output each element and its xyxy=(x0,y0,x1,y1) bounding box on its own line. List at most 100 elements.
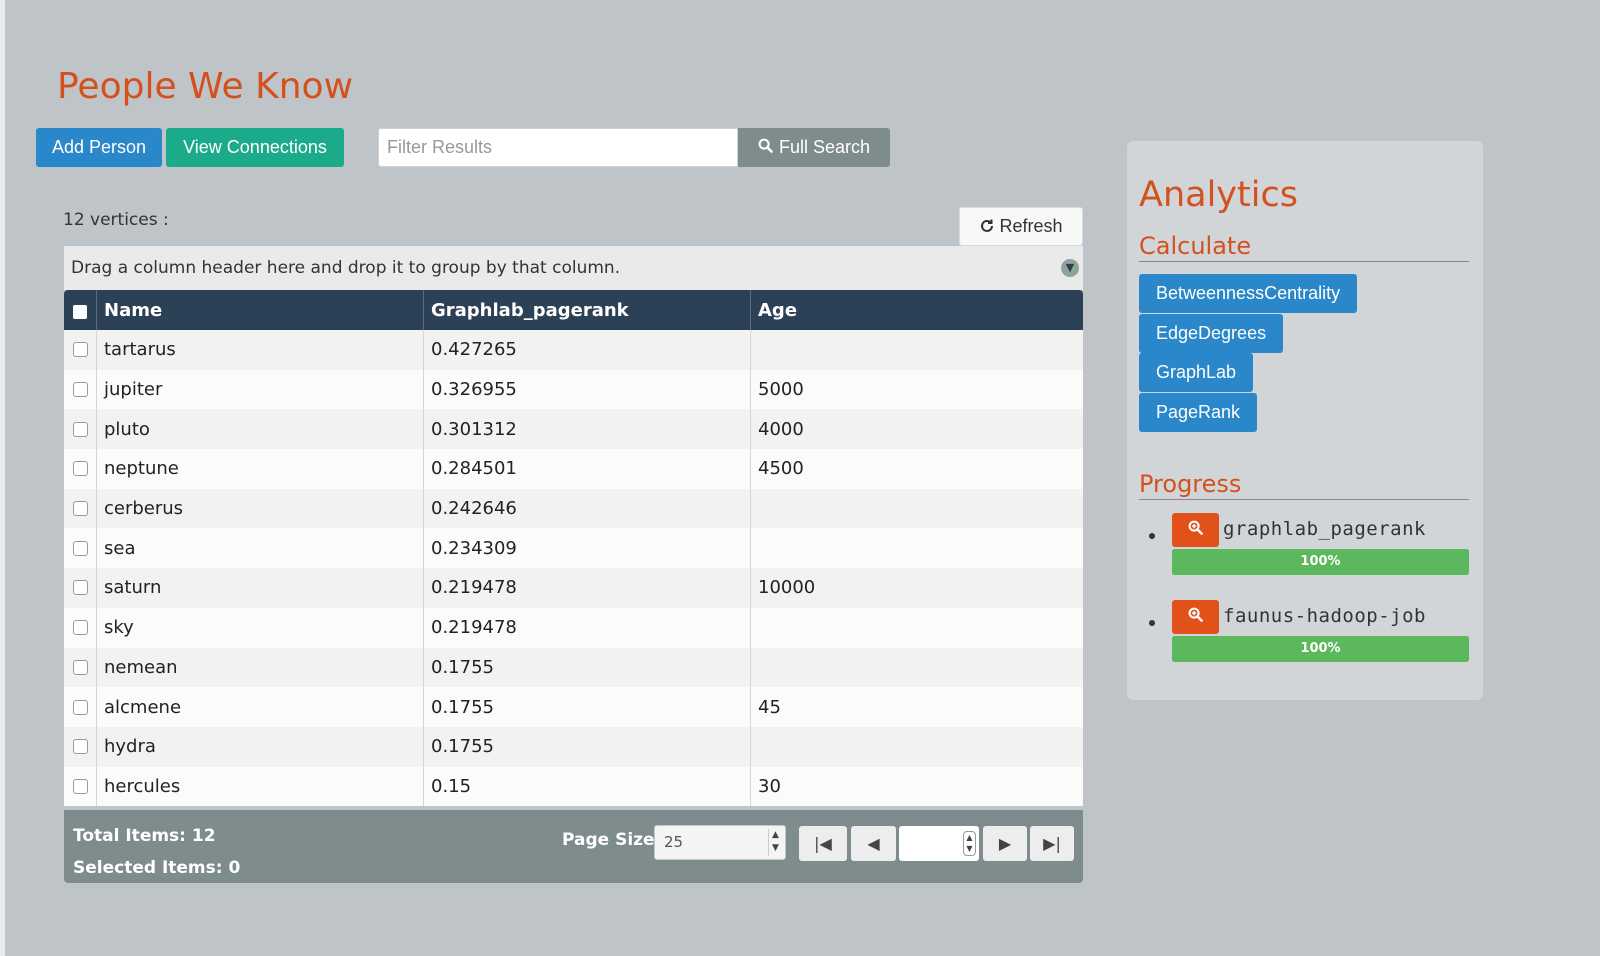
cell-age xyxy=(751,489,1083,529)
job-name: graphlab_pagerank xyxy=(1223,518,1426,540)
analytics-title: Analytics xyxy=(1139,175,1298,215)
row-checkbox-cell xyxy=(64,409,97,450)
group-hint: Drag a column header here and drop it to… xyxy=(71,258,621,278)
row-checkbox[interactable] xyxy=(72,580,88,596)
row-checkbox[interactable] xyxy=(72,739,88,755)
page-size-label: Page Size: xyxy=(562,830,662,851)
total-items: Total Items: 12 xyxy=(73,826,216,847)
row-checkbox[interactable] xyxy=(72,540,88,556)
cell-pagerank: 0.284501 xyxy=(424,449,751,489)
row-checkbox[interactable] xyxy=(72,342,88,358)
page-size-select[interactable]: 25 ▲ ▼ xyxy=(654,825,786,861)
table-row[interactable]: hydra 0.1755 xyxy=(64,726,1083,767)
cell-age: 5000 xyxy=(758,379,804,401)
chevron-down-icon[interactable]: ▼ xyxy=(1061,259,1079,277)
row-checkbox-cell xyxy=(64,726,97,767)
column-header-pagerank[interactable]: Graphlab_pagerank xyxy=(424,290,751,330)
row-checkbox[interactable] xyxy=(72,659,88,675)
page-number-input[interactable]: ▲ ▼ xyxy=(899,826,979,862)
row-checkbox[interactable] xyxy=(72,699,88,715)
bullet xyxy=(1149,620,1155,626)
cell-pagerank: 0.242646 xyxy=(424,488,751,529)
table-row[interactable]: saturn 0.219478 10000 xyxy=(64,568,1083,608)
refresh-icon xyxy=(979,210,995,247)
row-checkbox-cell xyxy=(64,647,97,688)
cell-age: 4500 xyxy=(758,458,804,480)
refresh-label: Refresh xyxy=(999,216,1063,236)
select-all-checkbox[interactable] xyxy=(73,305,87,319)
row-checkbox-cell xyxy=(64,687,97,727)
last-page-icon: ▶| xyxy=(1043,834,1061,854)
table-row[interactable]: alcmene 0.1755 45 xyxy=(64,687,1083,727)
refresh-button[interactable]: Refresh xyxy=(959,207,1083,246)
cell-name: neptune xyxy=(97,449,424,489)
row-checkbox-cell xyxy=(64,330,97,370)
previous-page-button[interactable]: ◀ xyxy=(851,826,896,862)
column-header-name[interactable]: Name xyxy=(97,290,424,330)
table-row[interactable]: nemean 0.1755 xyxy=(64,647,1083,688)
row-checkbox[interactable] xyxy=(72,382,88,398)
pagerank-button[interactable]: PageRank xyxy=(1139,393,1258,432)
spinner-icon[interactable]: ▲ ▼ xyxy=(963,831,976,857)
zoom-in-icon[interactable] xyxy=(1172,600,1219,634)
selected-items: Selected Items: 0 xyxy=(73,858,241,879)
first-page-button[interactable]: |◀ xyxy=(799,826,847,862)
table-row[interactable]: neptune 0.284501 4500 xyxy=(64,449,1083,489)
cell-name: sea xyxy=(97,528,424,569)
cell-name: cerberus xyxy=(97,488,424,529)
full-search-button[interactable]: Full Search xyxy=(738,128,890,167)
zoom-in-icon[interactable] xyxy=(1172,513,1219,547)
select-arrows-icon: ▲ ▼ xyxy=(768,829,782,857)
cell-name: pluto xyxy=(97,409,424,450)
analytics-panel: Analytics Calculate BetweennessCentralit… xyxy=(1127,141,1483,700)
cell-age: 30 xyxy=(758,775,781,797)
view-connections-button[interactable]: View Connections xyxy=(166,128,344,167)
graphlab-button[interactable]: GraphLab xyxy=(1139,353,1254,392)
bullet xyxy=(1149,533,1155,539)
row-checkbox[interactable] xyxy=(72,501,88,517)
column-header-age[interactable]: Age xyxy=(751,290,1083,330)
cell-pagerank: 0.1755 xyxy=(424,687,751,727)
row-checkbox-cell xyxy=(64,488,97,529)
table-row[interactable]: cerberus 0.242646 xyxy=(64,488,1083,529)
grid-body: tartarus 0.427265 jupiter 0.326955 5000 pluto… xyxy=(64,330,1083,807)
cell-age xyxy=(751,608,1083,648)
table-row[interactable]: hercules 0.15 30 xyxy=(64,766,1083,807)
table-row[interactable]: sea 0.234309 xyxy=(64,528,1083,569)
cell-name: nemean xyxy=(97,647,424,688)
first-page-icon: |◀ xyxy=(814,834,832,854)
cell-age xyxy=(751,528,1083,568)
last-page-button[interactable]: ▶| xyxy=(1030,826,1074,862)
cell-name: hydra xyxy=(97,726,424,767)
row-checkbox[interactable] xyxy=(72,421,88,437)
betweenness-centrality-button[interactable]: BetweennessCentrality xyxy=(1139,274,1358,313)
progress-bar: 100% xyxy=(1172,549,1469,575)
row-checkbox-cell xyxy=(64,369,97,410)
row-checkbox-cell xyxy=(64,449,97,489)
table-row[interactable]: tartarus 0.427265 xyxy=(64,330,1083,370)
page-background: People We Know Add Person View Connectio… xyxy=(5,0,1600,956)
cell-pagerank: 0.301312 xyxy=(424,409,751,450)
row-checkbox[interactable] xyxy=(72,461,88,477)
edge-degrees-button[interactable]: EdgeDegrees xyxy=(1139,314,1284,353)
row-checkbox-cell xyxy=(64,568,97,608)
cell-age xyxy=(751,727,1083,767)
cell-name: sky xyxy=(97,607,424,648)
table-row[interactable]: jupiter 0.326955 5000 xyxy=(64,369,1083,410)
row-checkbox[interactable] xyxy=(72,620,88,636)
add-person-button[interactable]: Add Person xyxy=(36,128,162,167)
cell-age: 4000 xyxy=(758,418,804,440)
filter-results-input[interactable]: Filter Results xyxy=(378,128,738,167)
row-checkbox[interactable] xyxy=(72,778,88,794)
grid-header: Name Graphlab_pagerank Age xyxy=(64,290,1083,330)
select-all-cell xyxy=(64,290,97,330)
cell-age xyxy=(751,330,1083,370)
next-page-button[interactable]: ▶ xyxy=(983,826,1027,862)
table-row[interactable]: pluto 0.301312 4000 xyxy=(64,409,1083,450)
grid-footer: Total Items: 12 Selected Items: 0 Page S… xyxy=(64,810,1083,884)
row-checkbox-cell xyxy=(64,607,97,648)
calculate-title: Calculate xyxy=(1139,232,1469,262)
group-drop-zone[interactable]: Drag a column header here and drop it to… xyxy=(64,246,1083,290)
table-row[interactable]: sky 0.219478 xyxy=(64,607,1083,648)
cell-pagerank: 0.219478 xyxy=(424,568,751,608)
